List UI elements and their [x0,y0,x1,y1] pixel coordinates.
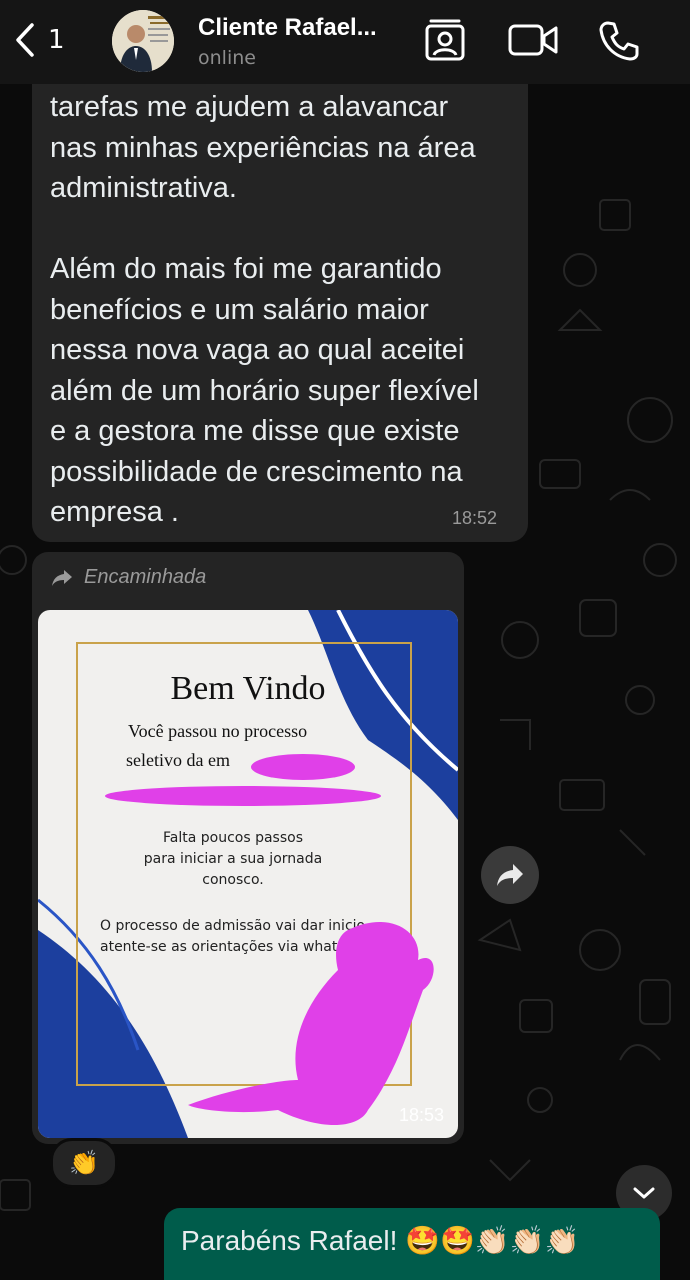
chevron-down-icon [633,1187,655,1199]
message-time: 18:52 [452,508,498,528]
video-call-icon[interactable] [508,22,560,58]
back-chevron-icon [16,23,34,57]
forwarded-image-message[interactable]: Encaminhada Bem Vindo Você passou no pro… [32,552,464,1144]
phone-icon[interactable] [598,20,640,62]
chat-header: 1 Cliente Rafael... online [0,0,690,84]
back-button[interactable]: 1 [14,22,65,58]
forward-icon [497,864,523,886]
incoming-message-bubble[interactable]: tarefas me ajudem a alavancar nas minhas… [32,62,528,542]
unread-count: 1 [48,25,65,55]
forwarded-indicator: Encaminhada [50,566,206,589]
image-time: 18:53 [398,1105,444,1125]
contact-name: Cliente Rafael... [198,14,377,41]
message-text: tarefas me ajudem a alavancar nas minhas… [50,91,479,528]
forwarded-label: Encaminhada [84,566,207,588]
contact-info[interactable]: Cliente Rafael... online [198,14,377,69]
outgoing-message-bubble[interactable]: Parabéns Rafael! 🤩🤩👏🏻👏🏻👏🏻 [164,1208,660,1280]
welcome-image[interactable]: Bem Vindo Você passou no processo seleti… [38,610,458,1138]
contact-card-icon[interactable] [424,18,466,62]
redaction-scribble [105,754,434,1125]
message-reaction[interactable]: 👏 [50,1138,118,1188]
avatar[interactable] [112,10,174,72]
forward-arrow-icon [52,569,72,586]
contact-status: online [198,47,256,69]
message-text: Parabéns Rafael! 🤩🤩👏🏻👏🏻👏🏻 [181,1225,580,1256]
forward-button[interactable] [481,846,539,904]
avatar-image [112,10,174,72]
